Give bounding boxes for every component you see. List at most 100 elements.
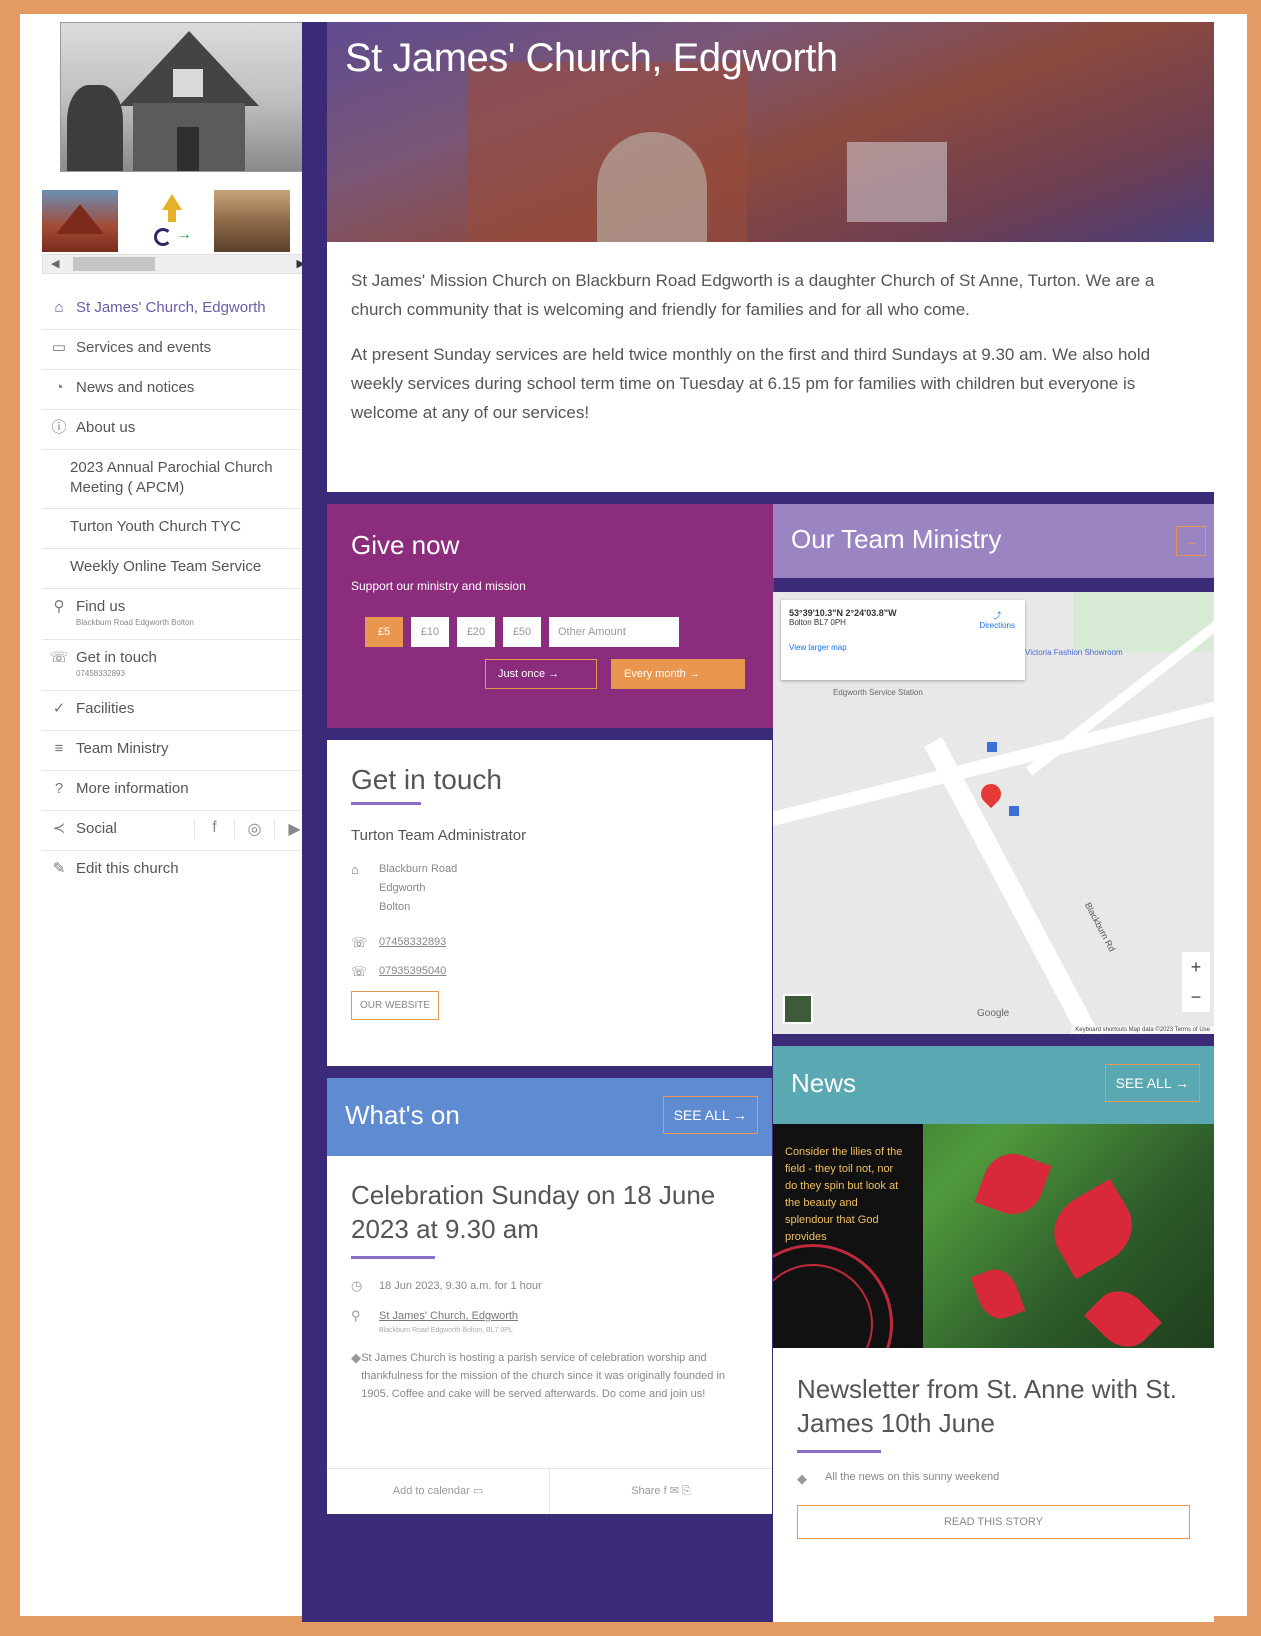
sidebar-item-label: Get in touch [76,649,157,666]
phone-row: ☏ 07458332893 [351,933,748,952]
location-pin-icon: ⚲ [53,598,65,615]
our-website-button[interactable]: OUR WEBSITE [351,991,440,1020]
bus-stop-icon [1009,806,1019,816]
map-station-label: Edgworth Service Station [833,688,923,697]
sidebar-item-label: 2023 Annual Parochial Church Meeting ( A… [70,459,273,496]
sidebar-item-services[interactable]: ▭ Services and events [42,330,314,370]
sidebar-item-sub: 07458332893 [76,669,125,678]
give-subtitle: Support our ministry and mission [351,579,526,593]
scrollbar-thumb[interactable] [73,257,155,271]
intro-paragraph-2: At present Sunday services are held twic… [351,345,1151,422]
sidebar-item-find-us[interactable]: ⚲ Find us Blackburn Road Edgworth Bolton [42,589,314,640]
thumbnail-diagram[interactable]: → [128,190,204,252]
map-poi-label: Victoria Fashion Showroom [1025,648,1123,657]
page-title: St James' Church, Edgworth [345,36,838,80]
event-title[interactable]: Celebration Sunday on 18 June 2023 at 9.… [351,1178,748,1246]
zoom-in-button[interactable]: + [1182,952,1210,982]
team-ministry-header[interactable]: Our Team Ministry → [773,504,1214,578]
sidebar-item-edit[interactable]: ✎ Edit this church [42,851,314,891]
amount-20-button[interactable]: £20 [457,617,495,647]
clock-icon: ◷ [351,1278,363,1293]
sidebar-item-home[interactable]: ⌂ St James' Church, Edgworth [42,290,314,330]
map-road [773,684,1214,834]
satellite-toggle[interactable] [783,994,813,1024]
news-image[interactable]: Consider the lilies of the field - they … [773,1124,1214,1348]
sidebar-item-label: About us [76,419,136,436]
thumbnail-scrollbar[interactable]: ◀ ▶ [42,254,314,274]
view-larger-map-link[interactable]: View larger map [789,643,1017,652]
map-road [924,737,1111,1034]
sidebar-item-label: Services and events [76,339,212,356]
sidebar-item-tyc[interactable]: Turton Youth Church TYC [42,509,314,549]
phone-link[interactable]: 07935395040 [379,962,446,981]
map-zoom-controls: + − [1182,952,1210,1012]
directions-icon: ⤴ [993,611,1002,620]
sidebar-item-sub: Blackburn Road Edgworth Bolton [76,618,194,627]
sidebar-item-news[interactable]: ◔ News and notices [42,370,314,410]
location-map[interactable]: 53°39'10.3"N 2°24'03.8"W Bolton BL7 0PH … [773,592,1214,1034]
every-month-button[interactable]: Every month → [611,659,745,689]
facebook-icon[interactable]: f [194,819,234,839]
home-icon: ⌂ [351,862,359,877]
event-time-row: ◷ 18 Jun 2023, 9.30 a.m. for 1 hour [351,1277,748,1295]
location-pin-icon: ⚲ [351,1308,361,1323]
contact-name: Turton Team Administrator [351,827,527,844]
sidebar-item-apcm[interactable]: 2023 Annual Parochial Church Meeting ( A… [42,450,314,509]
event-location-link[interactable]: St James' Church, Edgworth [379,1310,518,1322]
intro-section: St James' Mission Church on Blackburn Ro… [327,242,1214,492]
whats-on-see-all-button[interactable]: SEE ALL → [662,1096,758,1134]
read-this-story-button[interactable]: READ THIS STORY [797,1505,1190,1539]
church-photo[interactable] [60,22,304,172]
instagram-icon[interactable]: ◎ [234,819,274,839]
news-see-all-button[interactable]: SEE ALL → [1104,1064,1200,1102]
sidebar-item-get-in-touch[interactable]: ☏ Get in touch 07458332893 [42,640,314,691]
map-pin-icon[interactable] [976,779,1006,809]
story-desc-row: ◆ All the news on this sunny weekend [797,1471,1190,1487]
event-location-row: ⚲ St James' Church, Edgworth Blackburn R… [351,1307,748,1337]
sidebar-item-online-service[interactable]: Weekly Online Team Service [42,549,314,589]
sidebar-item-facilities[interactable]: ✓ Facilities [42,691,314,731]
just-once-button[interactable]: Just once → [485,659,597,689]
address-line: Blackburn Road [379,863,458,875]
sidebar-item-team-ministry[interactable]: ≡ Team Ministry [42,731,314,771]
sidebar-item-more-info[interactable]: ? More information [42,771,314,811]
thumbnail-church-exterior[interactable] [42,190,118,252]
intro-paragraph-1: St James' Mission Church on Blackburn Ro… [351,271,1155,319]
event-card: Celebration Sunday on 18 June 2023 at 9.… [327,1156,772,1468]
window-shape [173,69,203,97]
news-header: News SEE ALL → [773,1046,1214,1124]
give-title: Give now [351,530,460,560]
add-to-calendar-button[interactable]: Add to calendar ▭ [327,1469,550,1514]
sidebar-item-about[interactable]: ⓘ About us [42,410,314,450]
add-to-calendar-label: Add to calendar [392,1485,470,1497]
cycle-icon [154,228,172,246]
directions-button[interactable]: ⤴ Directions [979,610,1015,630]
other-amount-input[interactable]: Other Amount [549,617,679,647]
amount-50-button[interactable]: £50 [503,617,541,647]
amount-5-button[interactable]: £5 [365,617,403,647]
tree-shape [67,85,123,171]
sidebar-item-social: ≺ Social f ◎ ▶ [42,811,314,851]
home-icon: ⌂ [54,299,64,316]
scroll-left-icon[interactable]: ◀ [51,257,59,270]
thumbnail-church-interior[interactable] [214,190,290,252]
lily-flower [974,1145,1052,1223]
sidebar-item-label: Turton Youth Church TYC [70,518,241,535]
lily-flower [1084,1280,1162,1348]
bus-stop-icon [987,742,997,752]
pencil-icon: ✎ [52,860,66,877]
sidebar: → ◀ ▶ ⌂ St James' Church, Edgworth ▭ Ser… [42,22,314,891]
calendar-icon: ▭ [51,339,67,356]
event-location-wrap: St James' Church, Edgworth Blackburn Roa… [379,1307,518,1337]
team-ministry-arrow-button[interactable]: → [1176,526,1206,556]
zoom-out-button[interactable]: − [1182,982,1210,1012]
story-title[interactable]: Newsletter from St. Anne with St. James … [797,1372,1190,1440]
list-circle-icon: ≡ [54,740,64,757]
address: Blackburn Road Edgworth Bolton [379,860,457,917]
phone-link[interactable]: 07458332893 [379,933,446,952]
event-time: 18 Jun 2023, 9.30 a.m. for 1 hour [379,1280,542,1292]
share-button[interactable]: Share f ✉ ⎘ [550,1469,772,1514]
hero-window-shape [847,142,947,222]
address-line: Edgworth [379,882,426,894]
amount-10-button[interactable]: £10 [411,617,449,647]
